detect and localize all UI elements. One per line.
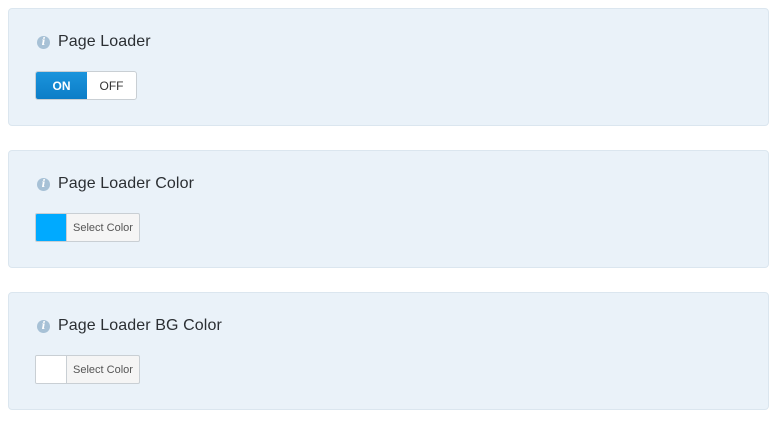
page-loader-color-picker[interactable]: Select Color <box>35 213 140 242</box>
page-loader-panel: i Page Loader ON OFF <box>8 8 769 126</box>
page-loader-bg-color-panel: i Page Loader BG Color Select Color <box>8 292 769 410</box>
panel-header: i Page Loader BG Color <box>37 315 222 337</box>
panel-header: i Page Loader Color <box>37 173 194 195</box>
select-color-button[interactable]: Select Color <box>67 214 139 241</box>
page-loader-color-panel: i Page Loader Color Select Color <box>8 150 769 268</box>
info-icon[interactable]: i <box>37 35 50 49</box>
toggle-on-button[interactable]: ON <box>36 72 87 99</box>
toggle-off-button[interactable]: OFF <box>87 72 136 99</box>
info-icon[interactable]: i <box>37 319 50 333</box>
info-icon[interactable]: i <box>37 177 50 191</box>
page-loader-title: Page Loader <box>58 33 151 50</box>
page-loader-bg-color-picker[interactable]: Select Color <box>35 355 140 384</box>
select-color-button[interactable]: Select Color <box>67 356 139 383</box>
color-swatch[interactable] <box>36 356 67 383</box>
color-swatch[interactable] <box>36 214 67 241</box>
page-loader-toggle[interactable]: ON OFF <box>35 71 137 100</box>
page-loader-bg-color-title: Page Loader BG Color <box>58 317 222 334</box>
panel-header: i Page Loader <box>37 31 151 53</box>
page-loader-color-title: Page Loader Color <box>58 175 195 192</box>
